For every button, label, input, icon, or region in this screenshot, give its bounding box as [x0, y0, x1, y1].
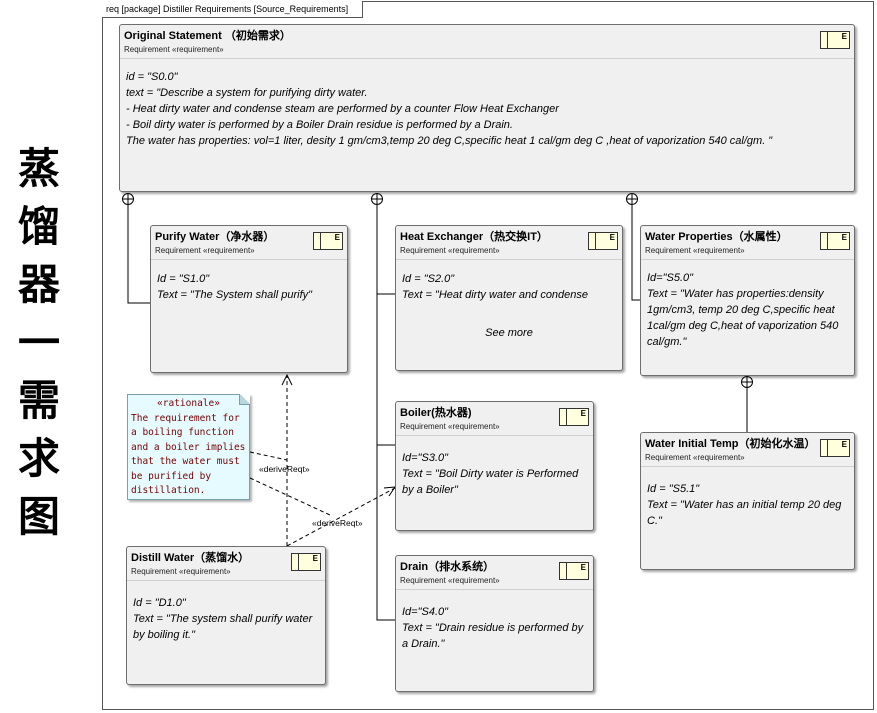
requirement-text: Text = "Water has an initial temp 20 deg…: [647, 499, 842, 527]
requirement-id: Id="S5.0": [647, 272, 694, 284]
requirement-text: The water has properties: vol=1 liter, d…: [126, 135, 773, 147]
requirement-text: Text = "The system shall purify water by…: [133, 613, 313, 641]
requirement-original-statement[interactable]: Original Statement （初始需求） Requirement «r…: [119, 24, 855, 192]
requirement-id: Id = "S1.0": [157, 273, 210, 285]
requirement-id: Id = "D1.0": [133, 597, 186, 609]
requirement-icon: E: [291, 553, 321, 571]
rationale-text: The requirement for a boiling function a…: [131, 412, 246, 497]
side-title-char: 蒸: [17, 144, 60, 193]
requirement-text: Text = "Boil Dirty water is Performed by…: [402, 468, 579, 496]
requirement-icon: E: [313, 232, 343, 250]
requirement-icon: E: [588, 232, 618, 250]
side-title-char: 器: [17, 260, 60, 309]
frame-label: req [package] Distiller Requirements [So…: [102, 1, 364, 18]
requirement-text: - Heat dirty water and condense steam ar…: [126, 103, 559, 115]
requirement-text: Text = "Heat dirty water and condense: [402, 289, 589, 301]
requirement-drain[interactable]: Drain（排水系统） Requirement «requirement» E …: [395, 555, 594, 692]
side-title-char: 一: [17, 318, 60, 367]
requirement-icon: E: [820, 31, 850, 49]
rationale-note[interactable]: «rationale» The requirement for a boilin…: [127, 394, 250, 500]
requirement-water-properties[interactable]: Water Properties（水属性） Requirement «requi…: [640, 225, 855, 376]
requirement-id: Id = "S2.0": [402, 273, 455, 285]
requirement-id: Id="S4.0": [402, 606, 449, 618]
see-more-link[interactable]: See more: [402, 325, 616, 341]
requirement-stereotype: Requirement «requirement»: [124, 45, 224, 54]
requirement-icon: E: [820, 232, 850, 250]
requirement-icon: E: [559, 408, 589, 426]
requirement-id: id = "S0.0": [126, 71, 178, 83]
side-title-char: 图: [17, 492, 60, 541]
requirement-text: Text = "Drain residue is performed by a …: [402, 622, 584, 650]
requirement-name: Heat Exchanger（热交换IT）: [400, 231, 548, 243]
side-title-char: 求: [17, 434, 60, 483]
derive-label-1: «deriveReqt»: [259, 464, 310, 474]
requirement-icon: E: [559, 562, 589, 580]
requirement-text: text = "Describe a system for purifying …: [126, 87, 368, 99]
requirement-purify-water[interactable]: Purify Water（净水器） Requirement «requireme…: [150, 225, 348, 373]
rationale-stereotype: «rationale»: [157, 398, 220, 409]
requirement-id: Id = "S5.1": [647, 483, 700, 495]
requirement-text: - Boil dirty water is performed by a Boi…: [126, 119, 513, 131]
requirement-id: Id="S3.0": [402, 452, 449, 464]
requirement-name: Original Statement （初始需求）: [124, 30, 291, 42]
side-title-char: 馏: [17, 202, 60, 251]
side-title-char: 需: [17, 376, 60, 425]
requirement-icon: E: [820, 439, 850, 457]
requirement-water-initial-temp[interactable]: Water Initial Temp（初始化水温） Requirement «r…: [640, 432, 855, 570]
requirement-boiler[interactable]: Boiler(热水器) Requirement «requirement» E …: [395, 401, 594, 531]
requirement-stereotype: Requirement «requirement»: [400, 246, 500, 255]
requirement-text: Text = "The System shall purify": [157, 289, 313, 301]
side-title: 蒸 馏 器 一 需 求 图: [8, 140, 70, 546]
derive-label-2: «deriveReqt»: [312, 518, 363, 528]
requirement-heat-exchanger[interactable]: Heat Exchanger（热交换IT） Requirement «requi…: [395, 225, 623, 371]
requirement-text: Text = "Water has properties:density 1gm…: [647, 288, 839, 348]
requirement-distill-water[interactable]: Distill Water（蒸馏水） Requirement «requirem…: [126, 546, 326, 685]
